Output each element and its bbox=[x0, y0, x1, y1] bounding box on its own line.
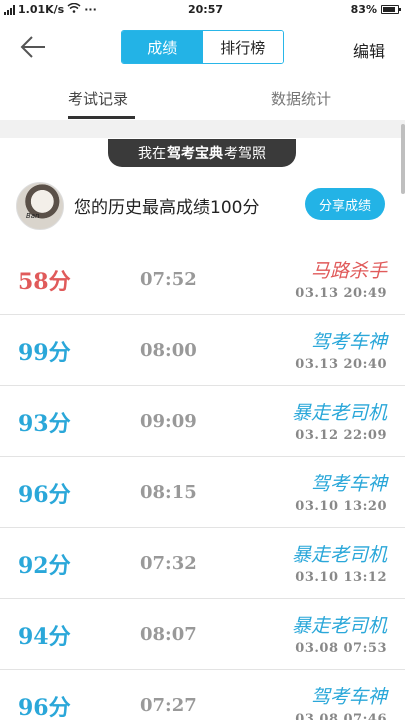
more-icon: ··· bbox=[84, 3, 97, 16]
list-item[interactable]: 93分 09:09 暴走老司机 03.12 22:09 bbox=[0, 386, 405, 457]
tab-statistics[interactable]: 数据统计 bbox=[271, 88, 331, 109]
record-date: 03.12 22:09 bbox=[295, 428, 387, 443]
record-duration: 07:52 bbox=[140, 269, 197, 290]
tab-indicator bbox=[68, 116, 135, 119]
brand-banner: 我在 驾考宝典 考驾照 bbox=[108, 139, 296, 167]
edit-button[interactable]: 编辑 bbox=[353, 38, 385, 62]
record-title: 驾考车神 bbox=[310, 473, 387, 495]
record-title: 暴走老司机 bbox=[291, 615, 387, 637]
record-duration: 08:07 bbox=[140, 624, 197, 645]
list-item[interactable]: 96分 08:15 驾考车神 03.10 13:20 bbox=[0, 457, 405, 528]
record-duration: 07:32 bbox=[140, 553, 197, 574]
signal-icon bbox=[4, 4, 15, 15]
record-date: 03.08 07:53 bbox=[295, 641, 387, 656]
record-date: 03.10 13:12 bbox=[295, 570, 387, 585]
record-score: 58分 bbox=[18, 269, 71, 295]
record-duration: 07:27 bbox=[140, 695, 197, 716]
status-time: 20:57 bbox=[188, 3, 224, 16]
record-date: 03.13 20:49 bbox=[295, 286, 387, 301]
battery-level: 83% bbox=[350, 3, 377, 16]
best-score-row: Ban 您的历史最高成绩100分 分享成绩 bbox=[0, 176, 405, 236]
list-item[interactable]: 92分 07:32 暴走老司机 03.10 13:12 bbox=[0, 528, 405, 599]
list-item[interactable]: 96分 07:27 驾考车神 03.08 07:46 bbox=[0, 670, 405, 720]
network-speed: 1.01K/s bbox=[18, 3, 65, 16]
record-date: 03.13 20:40 bbox=[295, 357, 387, 372]
share-score-button[interactable]: 分享成绩 bbox=[305, 188, 385, 220]
segmented-control: 成绩 排行榜 bbox=[121, 30, 284, 64]
list-item[interactable]: 94分 08:07 暴走老司机 03.08 07:53 bbox=[0, 599, 405, 670]
tab-leaderboard[interactable]: 排行榜 bbox=[202, 31, 283, 63]
record-title: 驾考车神 bbox=[310, 331, 387, 353]
record-duration: 08:00 bbox=[140, 340, 197, 361]
record-title: 暴走老司机 bbox=[291, 402, 387, 424]
status-right: 83% bbox=[350, 3, 401, 16]
record-title: 马路杀手 bbox=[310, 260, 387, 282]
record-date: 03.08 07:46 bbox=[295, 712, 387, 720]
banner-prefix: 我在 bbox=[138, 146, 166, 162]
battery-icon bbox=[381, 5, 401, 14]
best-score-text: 您的历史最高成绩100分 bbox=[74, 198, 260, 218]
record-title: 暴走老司机 bbox=[291, 544, 387, 566]
record-duration: 09:09 bbox=[140, 411, 197, 432]
record-title: 驾考车神 bbox=[310, 686, 387, 708]
record-score: 96分 bbox=[18, 482, 71, 508]
record-score: 96分 bbox=[18, 695, 71, 720]
tab-exam-records[interactable]: 考试记录 bbox=[68, 88, 128, 109]
record-score: 94分 bbox=[18, 624, 71, 650]
list-item[interactable]: 99分 08:00 驾考车神 03.13 20:40 bbox=[0, 315, 405, 386]
tab-score[interactable]: 成绩 bbox=[122, 31, 203, 63]
exam-records-list: 58分 07:52 马路杀手 03.13 20:49 99分 08:00 驾考车… bbox=[0, 244, 405, 720]
status-left: 1.01K/s ··· bbox=[4, 2, 97, 16]
banner-brand: 驾考宝典 bbox=[167, 146, 223, 162]
avatar-text: Ban bbox=[26, 212, 40, 220]
record-score: 99分 bbox=[18, 340, 71, 366]
banner-suffix: 考驾照 bbox=[224, 146, 266, 162]
arrow-left-icon bbox=[20, 36, 45, 58]
back-button[interactable] bbox=[18, 34, 48, 60]
status-bar: 1.01K/s ··· 20:57 83% bbox=[0, 0, 405, 20]
section-divider bbox=[0, 120, 405, 138]
header: 成绩 排行榜 编辑 bbox=[0, 20, 405, 76]
record-score: 92分 bbox=[18, 553, 71, 579]
wifi-icon bbox=[67, 2, 81, 16]
record-score: 93分 bbox=[18, 411, 71, 437]
record-date: 03.10 13:20 bbox=[295, 499, 387, 514]
list-item[interactable]: 58分 07:52 马路杀手 03.13 20:49 bbox=[0, 244, 405, 315]
sub-tabs: 考试记录 数据统计 bbox=[0, 78, 405, 120]
avatar[interactable]: Ban bbox=[16, 182, 64, 230]
record-duration: 08:15 bbox=[140, 482, 197, 503]
